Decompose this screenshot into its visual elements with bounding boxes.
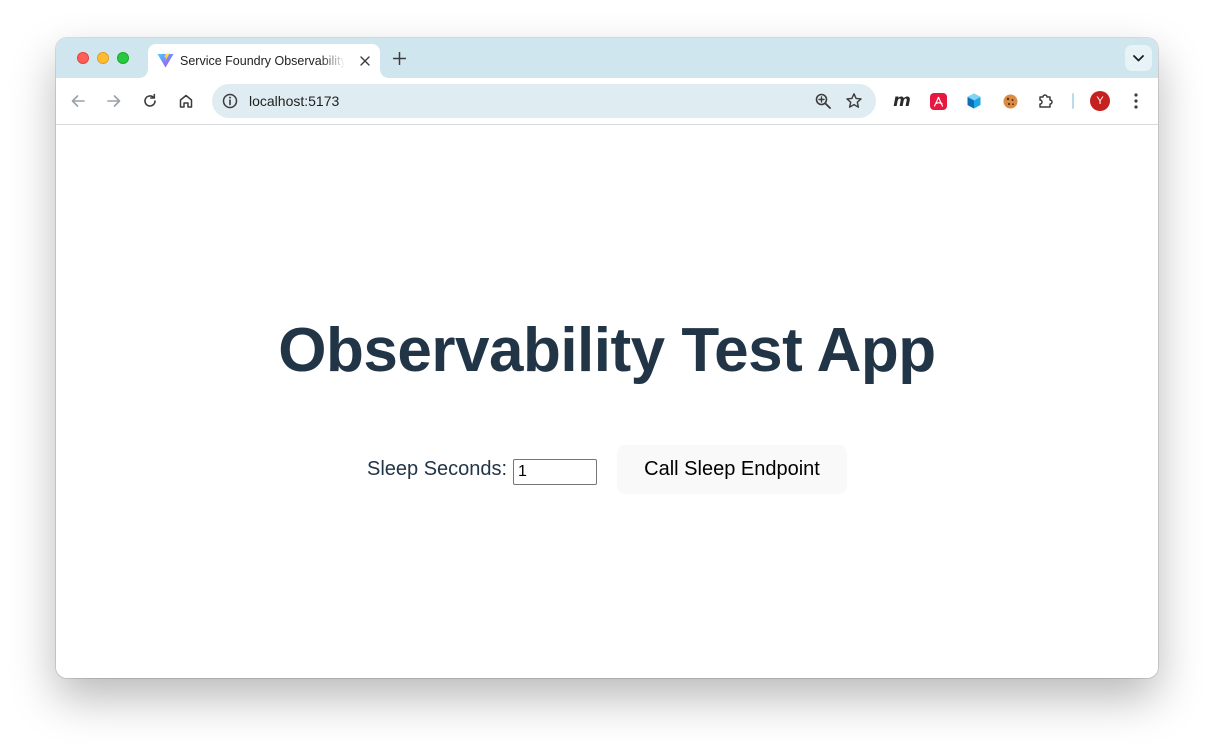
address-bar[interactable]: localhost:5173	[212, 84, 876, 118]
forward-arrow-icon[interactable]	[103, 90, 125, 112]
tab-active[interactable]: Service Foundry Observability Test App	[140, 44, 388, 78]
home-icon[interactable]	[175, 90, 197, 112]
profile-avatar[interactable]: Y	[1090, 91, 1110, 111]
reload-icon[interactable]	[139, 90, 161, 112]
browser-window: Service Foundry Observability Test App	[56, 38, 1158, 678]
page-title: Observability Test App	[278, 316, 936, 385]
sleep-controls: Sleep Seconds: Call Sleep Endpoint	[56, 445, 1158, 495]
minimize-window-button[interactable]	[97, 52, 109, 64]
site-info-icon[interactable]	[221, 92, 239, 110]
page-content: Observability Test App Sleep Seconds: Ca…	[56, 125, 1158, 678]
toolbar-divider	[1072, 93, 1074, 109]
cookie-icon[interactable]	[999, 90, 1021, 112]
cube-extension-icon[interactable]	[963, 90, 985, 112]
close-tab-icon[interactable]	[358, 54, 372, 68]
maximize-window-button[interactable]	[117, 52, 129, 64]
m-extension-icon[interactable]: m	[891, 90, 913, 112]
vite-logo-icon	[157, 53, 174, 68]
call-sleep-endpoint-button[interactable]: Call Sleep Endpoint	[617, 445, 847, 494]
sleep-seconds-label: Sleep Seconds:	[367, 458, 508, 480]
back-arrow-icon[interactable]	[67, 90, 89, 112]
sleep-seconds-input[interactable]	[513, 459, 597, 485]
address-url[interactable]: localhost:5173	[249, 93, 339, 109]
puzzle-extensions-icon[interactable]	[1035, 90, 1057, 112]
tab-search-chevron-icon[interactable]	[1125, 45, 1152, 71]
new-tab-icon[interactable]	[388, 47, 410, 69]
browser-toolbar: localhost:5173 m Y	[56, 78, 1158, 125]
tab-strip: Service Foundry Observability Test App	[56, 38, 1158, 78]
bookmark-star-icon[interactable]	[845, 92, 863, 110]
close-window-button[interactable]	[77, 52, 89, 64]
adobe-acrobat-icon[interactable]	[927, 90, 949, 112]
more-menu-icon[interactable]	[1126, 90, 1146, 112]
zoom-icon[interactable]	[814, 92, 832, 110]
tab-title: Service Foundry Observability Test App	[180, 54, 345, 68]
